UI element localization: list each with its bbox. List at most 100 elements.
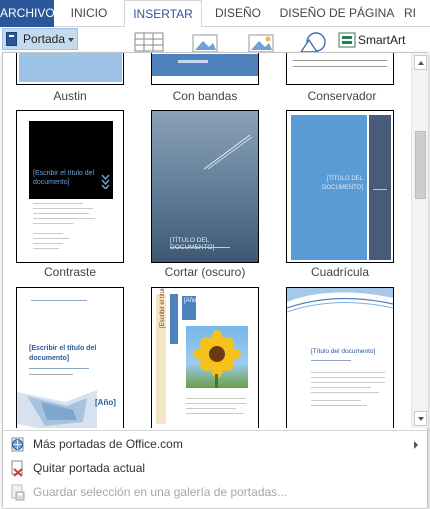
text-line — [311, 405, 367, 406]
text-line — [186, 398, 246, 399]
tab-diseno-de-pagina[interactable]: DISEÑO DE PÁGINA — [278, 0, 396, 27]
scroll-up-icon — [418, 61, 424, 65]
text-line — [33, 203, 83, 204]
con-bandas-text — [178, 60, 208, 63]
smartart-icon — [338, 32, 356, 48]
gallery-menu: Más portadas de Office.com Quitar portad… — [3, 430, 427, 508]
text-line — [186, 408, 236, 409]
movimiento-title: [Escribir el título del documento] — [29, 345, 97, 362]
scroll-down-icon — [418, 417, 424, 421]
ribbon-body: Portada SmartArt — [0, 27, 430, 53]
remove-cover-label: Quitar portada actual — [33, 461, 146, 475]
text-line — [170, 247, 230, 248]
cover-thumb-conservador[interactable] — [286, 53, 394, 85]
smartart-button[interactable]: SmartArt — [358, 33, 405, 47]
remove-page-icon — [11, 460, 23, 477]
text-line — [33, 248, 59, 249]
text-line — [373, 189, 387, 190]
text-line — [29, 374, 73, 375]
cover-thumb-cortar-oscuro[interactable]: [TÍTULO DEL DOCUMENTO] — [151, 110, 259, 263]
cuadricula-blue-panel: [TÍTULO DEL DOCUMENTO] — [291, 115, 367, 260]
contraste-title: [Escribir el título del documento] — [33, 170, 95, 186]
girasol-side-title: [Escribir el título del documento] — [160, 288, 166, 328]
tab-inicio[interactable]: INICIO — [62, 0, 116, 27]
girasol-year: [Año] — [184, 298, 199, 304]
austin-band — [19, 53, 122, 82]
contraste-black-block: [Escribir el título del documento] — [29, 121, 113, 199]
text-line — [311, 377, 385, 378]
text-line — [311, 360, 351, 361]
chevron-down-icon — [101, 174, 110, 189]
text-line — [33, 208, 93, 209]
cover-caption-cortar-oscuro: Cortar (oscuro) — [164, 265, 246, 279]
con-bandas-band — [152, 54, 258, 76]
blue-wave-graphic — [287, 288, 393, 313]
sunflower-graphic — [193, 330, 241, 388]
scroll-up-button[interactable] — [414, 55, 427, 70]
text-line — [311, 400, 361, 401]
gallery-scrollbar[interactable] — [411, 53, 428, 428]
cover-page-icon — [6, 32, 17, 46]
chevron-right-icon — [414, 441, 418, 449]
cover-thumb-movimiento[interactable]: [Escribir el título del documento] [Año] — [16, 287, 124, 428]
cuadricula-dark-panel — [369, 115, 391, 260]
cover-thumb-cuadricula[interactable]: [TÍTULO DEL DOCUMENTO] — [286, 110, 394, 263]
text-line — [311, 387, 371, 388]
text-line — [186, 413, 244, 414]
portada-button[interactable]: Portada — [2, 28, 78, 50]
text-line — [186, 403, 246, 404]
remove-cover-menu-item[interactable]: Quitar portada actual — [3, 457, 427, 481]
cortar-title: [TÍTULO DEL DOCUMENTO] — [170, 237, 214, 251]
tab-diseno[interactable]: DISEÑO — [208, 0, 268, 27]
scrollbar-thumb[interactable] — [415, 131, 426, 199]
cover-caption-con-bandas: Con bandas — [172, 89, 238, 103]
text-line — [33, 213, 89, 214]
text-line — [311, 372, 385, 373]
picture-icon[interactable] — [192, 31, 220, 53]
cover-caption-conservador: Conservador — [307, 89, 377, 103]
save-to-gallery-icon — [11, 484, 25, 501]
cover-page-gallery: Austin Con bandas Conservador [Escribir … — [2, 52, 428, 508]
conservador-line — [293, 60, 387, 61]
save-selection-label: Guardar selección en una galería de port… — [33, 485, 288, 499]
cover-thumb-austin[interactable] — [16, 53, 124, 85]
tab-referencias[interactable]: RI — [404, 0, 430, 27]
text-line — [33, 233, 63, 234]
text-line — [29, 368, 89, 369]
text-line — [33, 243, 63, 244]
text-line — [33, 223, 73, 224]
chevron-down-icon — [68, 38, 74, 42]
tab-archivo[interactable]: ARCHIVO — [0, 0, 55, 27]
text-line — [31, 300, 87, 301]
text-line — [33, 238, 69, 239]
shapes-icon[interactable] — [298, 30, 330, 53]
text-line — [33, 218, 95, 219]
office-com-icon — [11, 437, 24, 452]
cover-thumb-girasol[interactable]: [Escribir el título del documento] [Año] — [151, 287, 259, 428]
tab-insertar[interactable]: INSERTAR — [124, 0, 202, 28]
online-picture-icon[interactable] — [248, 31, 276, 53]
lineas-title: [Título del documento] — [311, 348, 376, 355]
text-line — [311, 382, 385, 383]
table-icon[interactable] — [134, 32, 164, 52]
gallery-scroll-area[interactable]: Austin Con bandas Conservador [Escribir … — [3, 53, 411, 428]
cuadricula-title: [TÍTULO DEL DOCUMENTO] — [322, 176, 363, 191]
cover-caption-cuadricula: Cuadrícula — [310, 265, 370, 279]
cover-thumb-contraste[interactable]: [Escribir el título del documento] — [16, 110, 124, 263]
more-covers-label: Más portadas de Office.com — [33, 437, 183, 451]
save-selection-menu-item[interactable]: Guardar selección en una galería de port… — [3, 481, 427, 505]
girasol-year-box: [Año] — [182, 296, 199, 320]
more-covers-menu-item[interactable]: Más portadas de Office.com — [3, 433, 427, 457]
scroll-down-button[interactable] — [414, 411, 427, 426]
cover-thumb-lineas[interactable]: [Título del documento] — [286, 287, 394, 428]
ribbon-tab-bar: ARCHIVO INICIO INSERTAR DISEÑO DISEÑO DE… — [0, 0, 430, 28]
sunflower-photo — [186, 326, 248, 388]
movimiento-year: [Año] — [95, 398, 116, 407]
cover-caption-contraste: Contraste — [43, 265, 97, 279]
conservador-line — [293, 66, 387, 67]
ribbon-wave-graphic — [17, 390, 97, 428]
girasol-blue-strip — [170, 294, 178, 344]
portada-label: Portada — [23, 32, 66, 46]
airplane-trail-graphic — [203, 134, 253, 170]
cover-thumb-con-bandas[interactable] — [151, 53, 259, 85]
